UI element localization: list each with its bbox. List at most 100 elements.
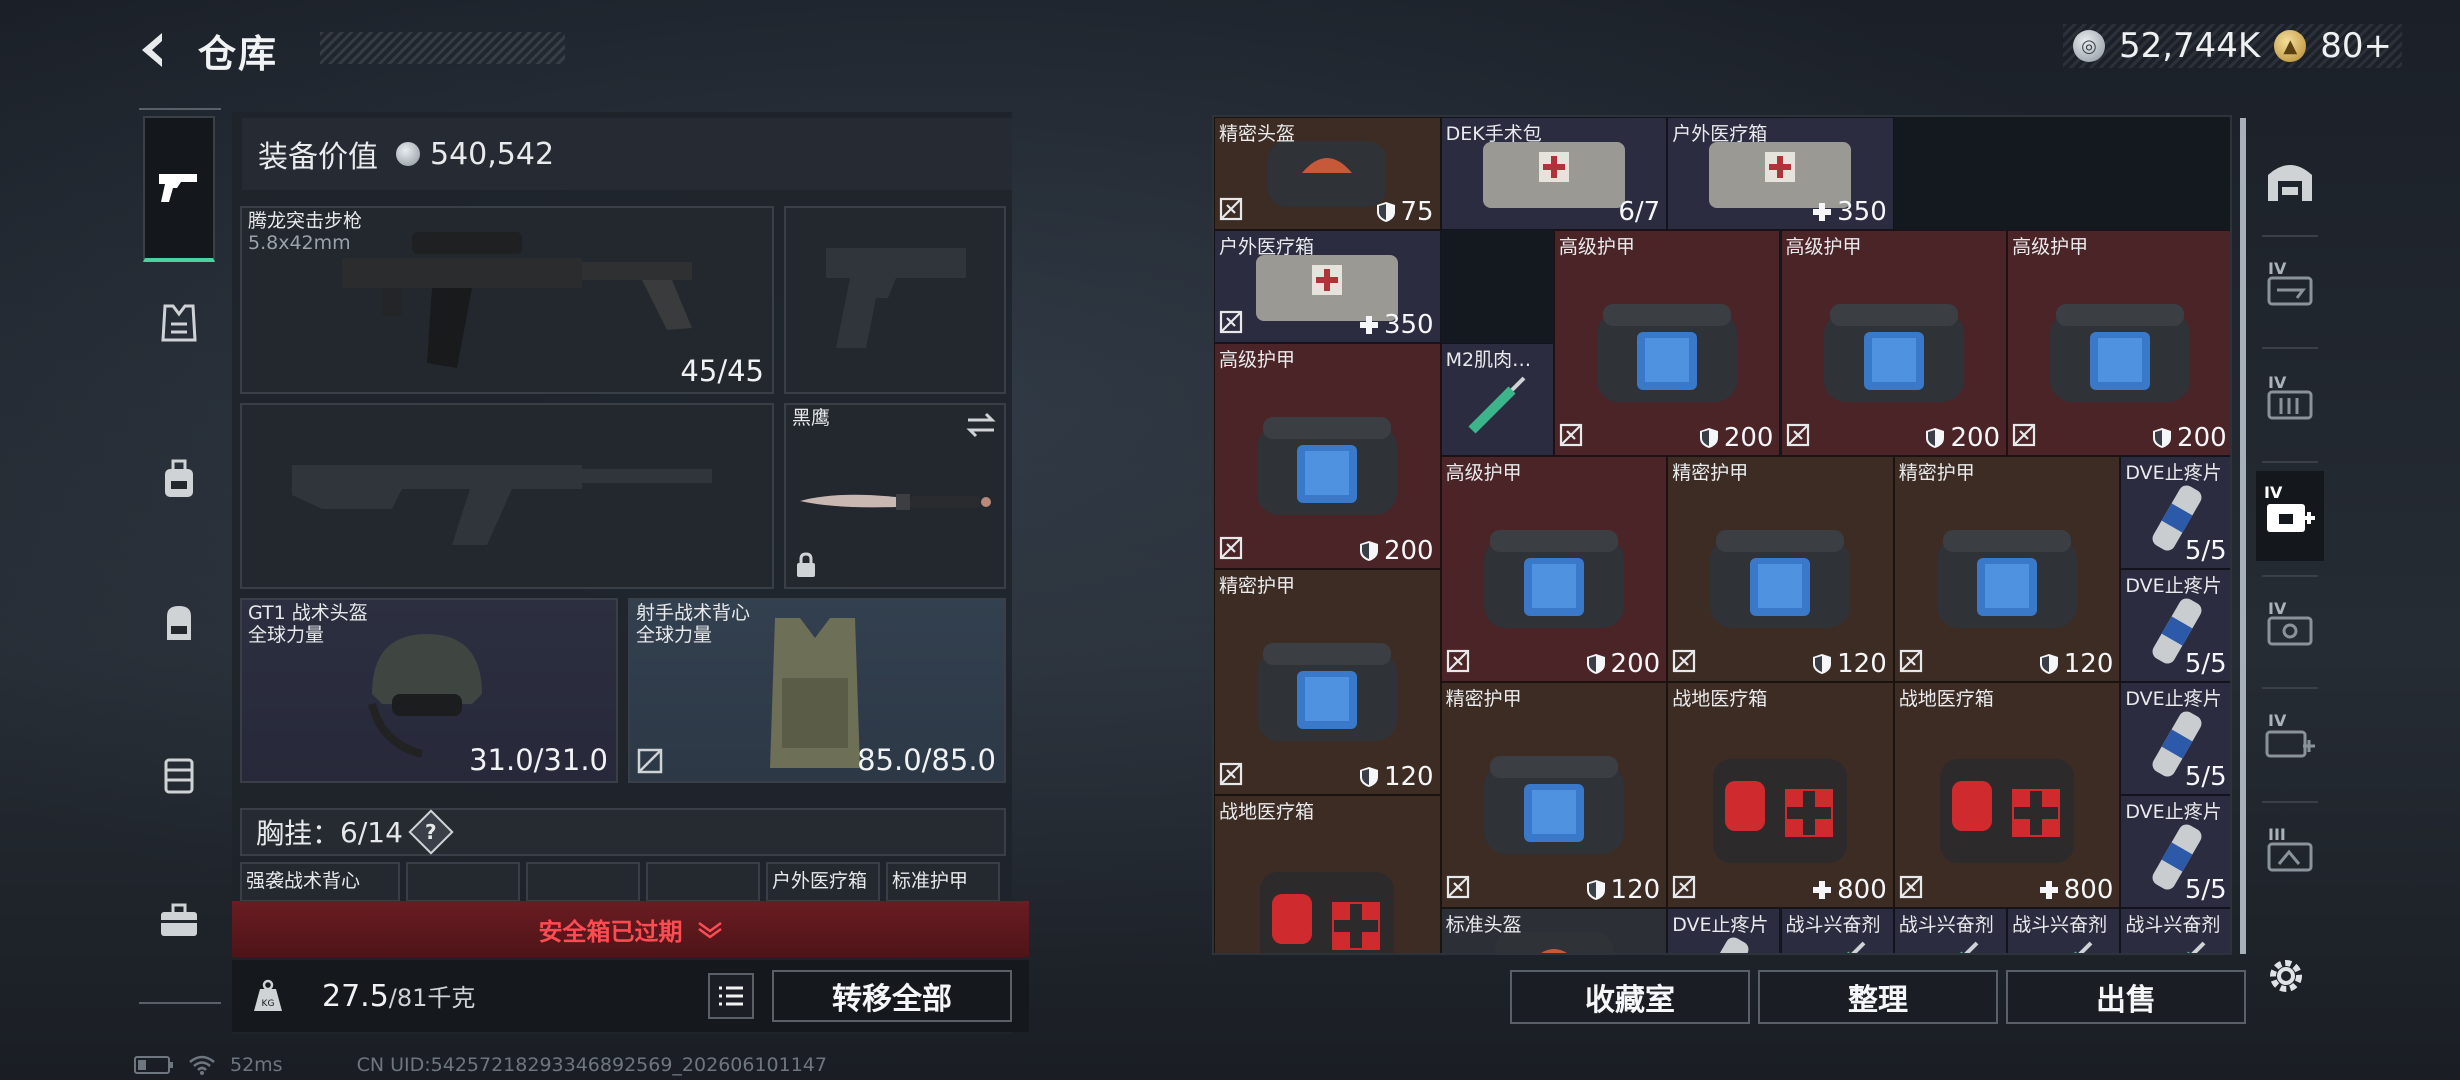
tab-all-storage[interactable]	[2256, 135, 2324, 225]
nav-briefcase[interactable]	[143, 884, 215, 956]
storage-item[interactable]: 高级护甲 200	[1780, 230, 2008, 456]
gold-amount[interactable]: 80+	[2320, 26, 2392, 66]
chest-slot[interactable]	[526, 862, 640, 902]
storage-item[interactable]: 战地医疗箱 800	[1893, 682, 2121, 908]
item-value: 800	[1812, 875, 1887, 905]
helmet-brand: 全球力量	[248, 624, 325, 646]
storage-item[interactable]: DVE止疼片 5/5	[2120, 569, 2230, 682]
chest-rig-header: 胸挂 ： 6/14 ?	[240, 808, 1006, 856]
storage-item[interactable]: 战斗兴奋剂	[1893, 908, 2008, 953]
item-value: 120	[2039, 649, 2113, 679]
item-value: 350	[1359, 310, 1434, 340]
storage-item[interactable]: DVE止疼片 5/5	[2120, 795, 2230, 908]
nav-weapons[interactable]	[143, 116, 215, 262]
chest-slot[interactable]: 户外医疗箱	[766, 862, 880, 902]
armor-brand: 全球力量	[636, 624, 713, 646]
collection-room-button[interactable]: 收藏室	[1510, 970, 1750, 1024]
item-value-text: 200	[1383, 536, 1434, 566]
storage-item[interactable]: 精密护甲 120	[1440, 682, 1668, 908]
tab-storage-2[interactable]: IV	[2256, 359, 2324, 449]
storage-item[interactable]: 精密头盔 75	[1214, 117, 1441, 230]
storage-item[interactable]: DVE止疼片 5/5	[2120, 682, 2230, 795]
melee-slot[interactable]: 黑鹰	[784, 403, 1006, 589]
armor-durability: 85.0/85.0	[857, 743, 996, 777]
unlock-indicator	[1219, 762, 1243, 790]
storage-item[interactable]: 标准头盔	[1440, 908, 1668, 953]
storage-item[interactable]: DVE止疼片 5/5	[2120, 456, 2230, 569]
chevron-down-icon	[697, 921, 722, 939]
storage-item[interactable]: 战地医疗箱	[1214, 795, 1441, 953]
helmet-icon	[368, 634, 482, 758]
item-value-text: 800	[2063, 875, 2114, 905]
chest-slot[interactable]	[646, 862, 760, 902]
pistol-slot[interactable]	[784, 206, 1006, 394]
help-icon: ?	[425, 819, 437, 844]
storage-item[interactable]: 精密护甲 120	[1893, 456, 2121, 682]
storage-scrollbar[interactable]	[2240, 118, 2246, 954]
storage-item[interactable]: 战地医疗箱 800	[1667, 682, 1894, 908]
item-name: 精密护甲	[1445, 688, 1522, 710]
primary-weapon-slot[interactable]: 腾龙突击步枪 5.8x42mm 45/45	[240, 206, 774, 394]
storage-item[interactable]: 战斗兴奋剂	[1780, 908, 1894, 953]
nav-locker[interactable]	[143, 738, 215, 810]
armor-bag-icon	[1483, 756, 1624, 855]
chest-slot[interactable]: 标准护甲	[886, 862, 1000, 902]
field-medkit-icon	[1260, 872, 1395, 953]
storage-item[interactable]: M2肌肉…	[1440, 343, 1554, 456]
unlocked-icon	[1673, 875, 1696, 899]
back-button[interactable]	[130, 25, 180, 75]
sell-button[interactable]: 出售	[2006, 970, 2246, 1024]
nav-backpack[interactable]	[143, 586, 215, 658]
unlocked-icon	[1219, 762, 1243, 786]
tier-label: IV	[2268, 373, 2287, 392]
storage-item[interactable]: 户外医疗箱 350	[1214, 230, 1441, 343]
storage-item[interactable]: 战斗兴奋剂	[2120, 908, 2230, 953]
helmet-slot[interactable]: GT1 战术头盔 全球力量 31.0/31.0	[240, 598, 618, 783]
storage-item[interactable]: 户外医疗箱 350	[1667, 117, 1894, 230]
rifle-silhouette-icon	[292, 465, 712, 545]
storage-item[interactable]: 精密护甲 120	[1214, 569, 1441, 795]
item-name: 高级护甲	[2012, 236, 2089, 258]
unlock-indicator	[2012, 423, 2036, 451]
help-button[interactable]: ?	[408, 809, 454, 855]
item-name: 精密护甲	[1672, 462, 1749, 484]
tab-storage-4[interactable]: IV	[2256, 585, 2324, 675]
pistol-icon	[159, 174, 197, 202]
item-name: 户外医疗箱	[1219, 236, 1315, 258]
settings-button[interactable]	[2260, 950, 2312, 1002]
storage-item[interactable]: DEK手术包 6/7	[1440, 117, 1668, 230]
sort-button[interactable]: 整理	[1758, 970, 1998, 1024]
secondary-weapon-slot[interactable]	[240, 403, 774, 589]
armor-slot[interactable]: 射手战术背心 全球力量 85.0/85.0	[628, 598, 1006, 783]
swap-icon[interactable]	[966, 411, 996, 439]
storage-item[interactable]: 精密护甲 120	[1667, 456, 1894, 682]
storage-item[interactable]: 高级护甲 200	[1440, 456, 1668, 682]
item-value: 800	[2039, 875, 2114, 905]
nav-chest-rig[interactable]	[143, 288, 215, 360]
list-icon	[719, 986, 743, 1006]
tab-storage-1[interactable]: IV	[2256, 245, 2324, 335]
chest-slot[interactable]: 强袭战术背心	[240, 862, 400, 902]
storage-item[interactable]: 战斗兴奋剂	[2007, 908, 2121, 953]
item-name: DVE止疼片	[2125, 801, 2222, 823]
chest-count: 6/14	[340, 815, 403, 849]
transfer-all-button[interactable]: 转移全部	[772, 970, 1012, 1022]
nav-backpack-safe[interactable]	[143, 443, 215, 515]
item-value-text: 200	[1723, 423, 1774, 453]
tab-storage-5[interactable]: IV	[2256, 697, 2324, 787]
storage-item[interactable]: DVE止疼片	[1667, 908, 1781, 953]
storage-item[interactable]: 高级护甲 200	[2007, 230, 2230, 456]
equipment-value-label: 装备价值	[258, 140, 378, 175]
storage-item[interactable]: 高级护甲 200	[1214, 343, 1441, 569]
unlocked-icon	[1446, 875, 1469, 899]
list-view-button[interactable]	[708, 973, 754, 1019]
tab-medical-storage[interactable]: IV	[2256, 471, 2324, 561]
item-name: 标准头盔	[1445, 914, 1522, 936]
safe-box-expired-banner[interactable]: 安全箱已过期	[232, 901, 1029, 957]
heal-plus-icon	[2039, 881, 2058, 899]
storage-item[interactable]: 高级护甲 200	[1553, 230, 1781, 456]
chest-slot[interactable]	[406, 862, 520, 902]
item-name: 户外医疗箱	[1672, 123, 1768, 145]
tab-storage-6[interactable]: III	[2256, 811, 2324, 901]
pistol-silhouette-icon	[826, 248, 966, 348]
